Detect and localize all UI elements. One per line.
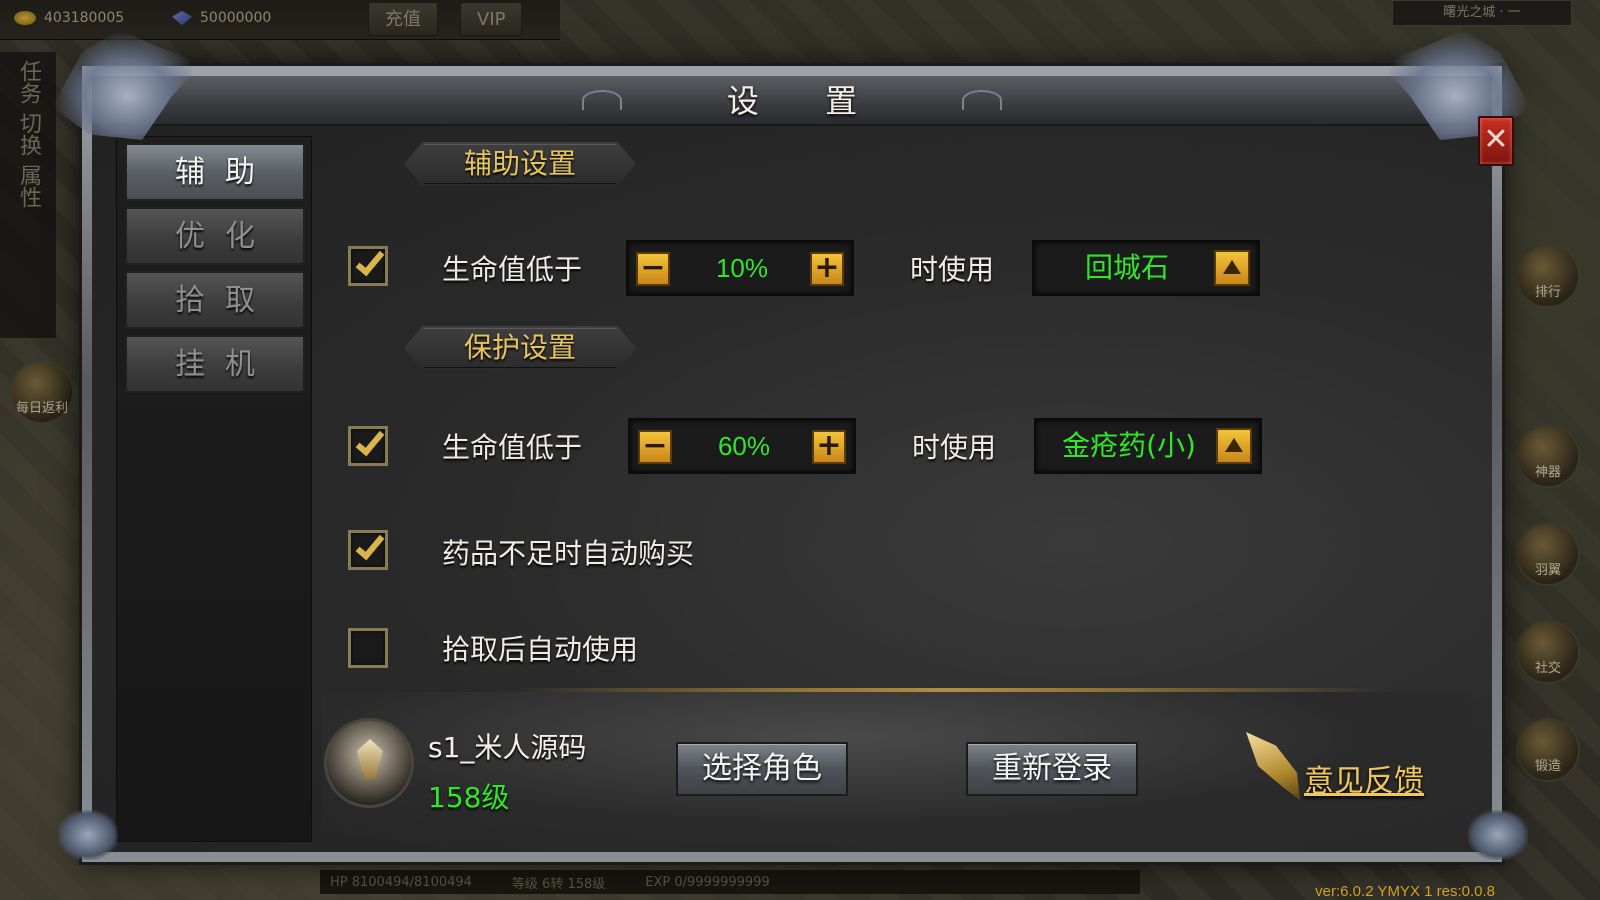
- player-level: 158级: [428, 781, 510, 814]
- social-icon[interactable]: 社交: [1516, 620, 1580, 684]
- ranking-icon[interactable]: 排行: [1516, 244, 1580, 308]
- assist-hp-checkbox[interactable]: [348, 245, 388, 286]
- auto-use-label: 拾取后自动使用: [442, 633, 639, 666]
- dialog-title-bar[interactable]: 设 置: [92, 76, 1492, 126]
- version-text: ver:6.0.2 YMYX 1 res:0.0.8: [1315, 883, 1495, 900]
- hp-readout: HP 8100494/8100494: [330, 874, 472, 890]
- tab-optimize[interactable]: 优化: [125, 207, 305, 265]
- settings-tab-panel: 辅助 优化 拾取 挂机: [116, 136, 312, 842]
- assist-minus-button[interactable]: −: [636, 252, 670, 286]
- corner-ornament-icon: [58, 810, 118, 860]
- protect-hp-checkbox[interactable]: [348, 425, 388, 466]
- assist-hp-stepper: − 10% +: [626, 240, 854, 296]
- daily-rebate-icon[interactable]: 每日返利: [10, 360, 74, 424]
- corner-ornament-icon: [1468, 810, 1528, 860]
- checkmark-icon: [355, 245, 385, 277]
- social-label: 社交: [1534, 661, 1561, 676]
- artifact-icon[interactable]: 神器: [1516, 424, 1580, 488]
- feedback-label: 意见反馈: [1304, 764, 1424, 799]
- exp-readout: EXP 0/9999999999: [645, 874, 770, 890]
- tab-pickup[interactable]: 拾取: [125, 271, 305, 329]
- checkmark-icon: [355, 425, 385, 457]
- recharge-button[interactable]: 充值: [368, 2, 438, 36]
- gold-icon: [14, 11, 36, 25]
- title-ornament-left: [582, 90, 622, 110]
- level-readout: 等级 6转 158级: [511, 876, 606, 892]
- select-arrow-up-icon[interactable]: [1214, 250, 1250, 286]
- dialog-title: 设 置: [726, 82, 886, 120]
- assist-use-label: 时使用: [910, 253, 995, 286]
- ranking-label: 排行: [1534, 285, 1561, 300]
- protect-hp-stepper: − 60% +: [628, 418, 856, 474]
- forge-icon[interactable]: 锻造: [1516, 718, 1580, 782]
- select-arrow-up-icon[interactable]: [1216, 428, 1252, 464]
- auto-use-checkbox[interactable]: [348, 628, 388, 668]
- assist-item-value: 回城石: [1084, 251, 1169, 284]
- map-name: 曙光之城 · 一: [1392, 0, 1572, 26]
- select-role-button[interactable]: 选择角色: [676, 742, 848, 796]
- protect-item-value: 金疮药(小): [1062, 429, 1196, 462]
- left-menu-attributes[interactable]: 属性: [12, 164, 44, 208]
- player-name: s1_米人源码: [428, 731, 587, 764]
- tab-assist[interactable]: 辅助: [125, 143, 305, 201]
- wings-label: 羽翼: [1534, 563, 1561, 578]
- forge-label: 锻造: [1534, 759, 1561, 774]
- footer-divider: [512, 688, 1382, 692]
- gold-counter: 403180005: [14, 10, 124, 26]
- checkmark-icon: [355, 529, 385, 561]
- auto-buy-checkbox[interactable]: [348, 529, 388, 570]
- left-menu-tasks[interactable]: 任务: [12, 60, 44, 104]
- auto-buy-label: 药品不足时自动购买: [442, 537, 695, 570]
- assist-settings-header: 辅助设置: [404, 142, 636, 186]
- player-avatar: [324, 718, 414, 808]
- protect-hp-label: 生命值低于: [442, 431, 583, 464]
- feather-icon: [1246, 732, 1300, 800]
- protect-minus-button[interactable]: −: [638, 430, 672, 464]
- protect-hp-value: 60%: [717, 431, 771, 461]
- feedback-link[interactable]: 意见反馈: [1240, 732, 1424, 800]
- diamond-icon: [172, 11, 192, 25]
- protect-plus-button[interactable]: +: [812, 430, 846, 464]
- assist-item-select[interactable]: 回城石: [1032, 240, 1260, 296]
- settings-dialog: 设 置 辅助 优化 拾取 挂机 辅助设置 生命值低于 − 10% + 时使用 回…: [82, 66, 1502, 862]
- player-status-bar: HP 8100494/8100494 等级 6转 158级 EXP 0/9999…: [320, 870, 1140, 894]
- protect-settings-header: 保护设置: [404, 326, 636, 370]
- protect-item-select[interactable]: 金疮药(小): [1034, 418, 1262, 474]
- wings-icon[interactable]: 羽翼: [1516, 522, 1580, 586]
- daily-rebate-label: 每日返利: [15, 401, 68, 416]
- tab-auto-battle[interactable]: 挂机: [125, 335, 305, 393]
- gold-value: 403180005: [44, 10, 125, 26]
- resource-bar: 403180005 50000000 充值 VIP: [0, 0, 560, 40]
- artifact-label: 神器: [1534, 465, 1561, 480]
- protect-use-label: 时使用: [912, 431, 997, 464]
- diamond-value: 50000000: [200, 10, 272, 26]
- close-button[interactable]: ✕: [1478, 116, 1514, 166]
- assist-hp-label: 生命值低于: [442, 253, 583, 286]
- vip-button[interactable]: VIP: [460, 2, 523, 36]
- relogin-button[interactable]: 重新登录: [966, 742, 1138, 796]
- title-ornament-right: [962, 90, 1002, 110]
- assist-hp-value: 10%: [715, 253, 769, 283]
- diamond-counter: 50000000: [172, 10, 271, 26]
- assist-plus-button[interactable]: +: [810, 252, 844, 286]
- left-menu-switch[interactable]: 切换: [12, 112, 44, 156]
- left-menu: 任务 切换 属性: [0, 52, 56, 338]
